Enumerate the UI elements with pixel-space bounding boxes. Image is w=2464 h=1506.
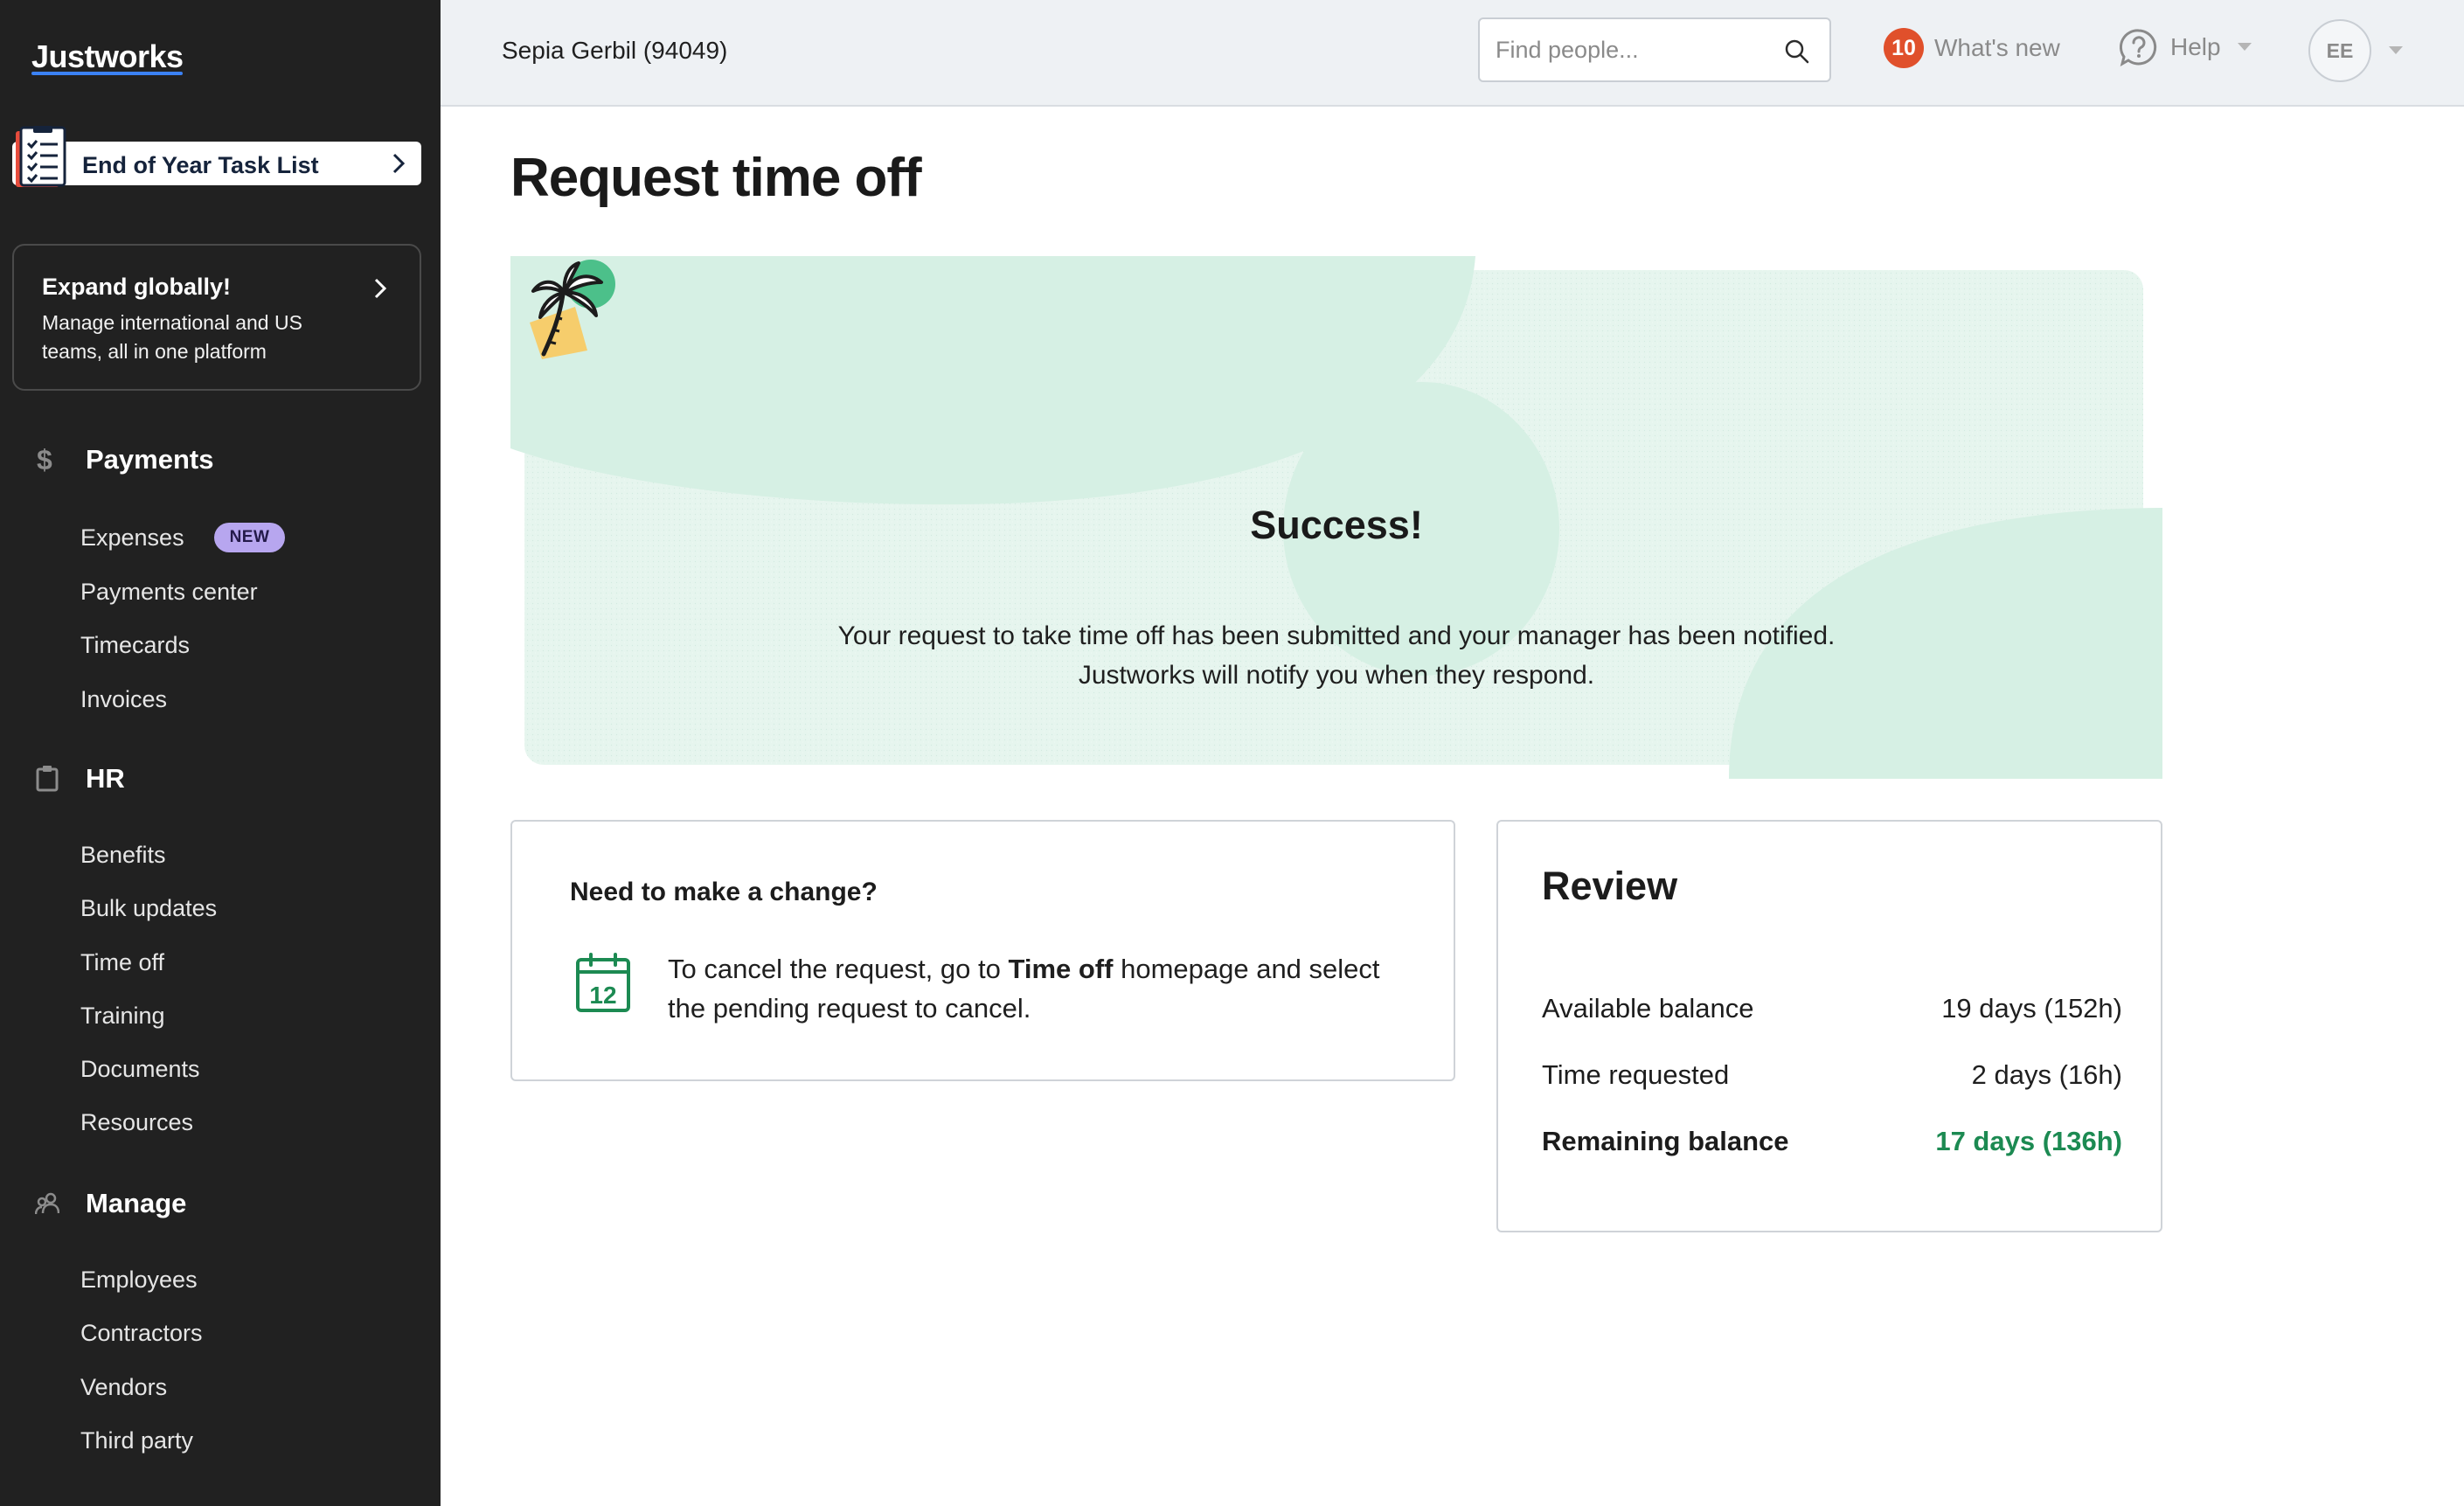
review-row-label: Available balance [1542, 993, 1754, 1024]
sidebar-item-resources[interactable]: Resources [80, 1109, 193, 1136]
sidebar: Justworks End of Year Task List Expand g… [0, 0, 441, 1506]
sidebar-item-timecards[interactable]: Timecards [80, 632, 190, 659]
success-message-line-1: Your request to take time off has been s… [837, 621, 1836, 650]
sidebar-item-invoices[interactable]: Invoices [80, 686, 167, 713]
caret-down-icon[interactable] [2388, 45, 2404, 56]
review-row-label: Time requested [1542, 1059, 1730, 1090]
promo-text: Manage international and US teams, all i… [42, 311, 302, 363]
nav-section-manage[interactable]: Manage [35, 1188, 186, 1219]
sidebar-item-training[interactable]: Training [80, 1003, 165, 1030]
review-card: Review Available balance 19 days (152h) … [1496, 820, 2162, 1232]
review-row-value: 19 days (152h) [1941, 993, 2122, 1024]
sidebar-item-expenses[interactable]: Expenses NEW [80, 523, 286, 552]
svg-text:$: $ [37, 445, 52, 475]
sidebar-item-contractors[interactable]: Contractors [80, 1320, 203, 1347]
chevron-right-icon [374, 278, 387, 299]
success-title: Success! [1250, 503, 1423, 547]
people-icon [35, 1192, 59, 1215]
need-to-make-change-card: Need to make a change? 12 To cancel the … [510, 820, 1455, 1081]
page-title: Request time off [510, 148, 922, 208]
clipboard-icon [36, 766, 59, 792]
help-label: Help [2170, 33, 2221, 60]
sidebar-item-employees[interactable]: Employees [80, 1267, 198, 1294]
change-text-part-1: To cancel the request, go to [668, 954, 1009, 984]
chevron-right-icon [392, 153, 406, 174]
checklist-icon [16, 126, 66, 187]
change-card-title: Need to make a change? [570, 878, 878, 906]
sidebar-item-third-party[interactable]: Third party [80, 1427, 193, 1454]
review-row-available-balance: Available balance 19 days (152h) [1542, 993, 2122, 1024]
review-row-value: 2 days (16h) [1971, 1059, 2122, 1090]
caret-down-icon [2237, 43, 2252, 51]
sidebar-item-time-off[interactable]: Time off [80, 949, 164, 976]
new-badge: NEW [213, 523, 286, 552]
top-header: Sepia Gerbil (94049) 10 What's new Help … [441, 0, 2464, 107]
whats-new-button[interactable]: 10 What's new [1884, 28, 2060, 68]
logo-underline [31, 72, 183, 75]
review-row-remaining-balance: Remaining balance 17 days (136h) [1542, 1126, 2122, 1157]
section-label-manage: Manage [86, 1188, 187, 1218]
time-off-link-text: Time off [1008, 954, 1114, 984]
sidebar-item-documents[interactable]: Documents [80, 1056, 200, 1083]
user-avatar[interactable]: EE [2308, 19, 2371, 82]
task-list-label: End of Year Task List [82, 152, 319, 178]
success-message-line-2: Justworks will notify you when they resp… [1078, 661, 1595, 690]
change-instructions: To cancel the request, go to Time off ho… [668, 949, 1419, 1028]
nav-section-hr[interactable]: HR [35, 763, 125, 795]
promo-title: Expand globally! [42, 274, 232, 300]
calendar-day: 12 [589, 982, 616, 1009]
search-box [1478, 17, 1831, 82]
review-title: Review [1542, 864, 1678, 908]
whats-new-label: What's new [1934, 34, 2060, 61]
search-icon[interactable] [1784, 38, 1810, 65]
review-row-time-requested: Time requested 2 days (16h) [1542, 1059, 2122, 1091]
sidebar-item-bulk-updates[interactable]: Bulk updates [80, 895, 217, 922]
dollar-icon: $ [37, 445, 52, 475]
palm-tree-icon [530, 260, 615, 359]
nav-section-payments[interactable]: $ Payments [35, 444, 213, 475]
end-of-year-task-list-button[interactable]: End of Year Task List [12, 126, 421, 187]
sidebar-item-label: Expenses [80, 524, 184, 551]
section-label-payments: Payments [86, 444, 214, 475]
section-label-hr: HR [86, 763, 125, 794]
review-row-value: 17 days (136h) [1935, 1126, 2122, 1156]
company-name[interactable]: Sepia Gerbil (94049) [502, 37, 727, 65]
sidebar-item-benefits[interactable]: Benefits [80, 842, 166, 869]
success-message: Your request to take time off has been s… [510, 616, 2162, 695]
app-root: Justworks End of Year Task List Expand g… [0, 0, 2464, 1506]
sidebar-item-vendors[interactable]: Vendors [80, 1374, 167, 1401]
expand-globally-promo[interactable]: Expand globally! Manage international an… [12, 244, 421, 391]
help-icon [2120, 29, 2157, 66]
help-menu[interactable]: Help [2120, 28, 2252, 66]
notification-count-badge: 10 [1884, 28, 1924, 68]
success-banner: Success! Your request to take time off h… [510, 256, 2162, 779]
search-input[interactable] [1496, 33, 1775, 66]
sidebar-item-payments-center[interactable]: Payments center [80, 579, 258, 606]
review-row-label: Remaining balance [1542, 1126, 1789, 1156]
calendar-icon: 12 [576, 953, 630, 1012]
justworks-logo[interactable]: Justworks [31, 38, 184, 75]
